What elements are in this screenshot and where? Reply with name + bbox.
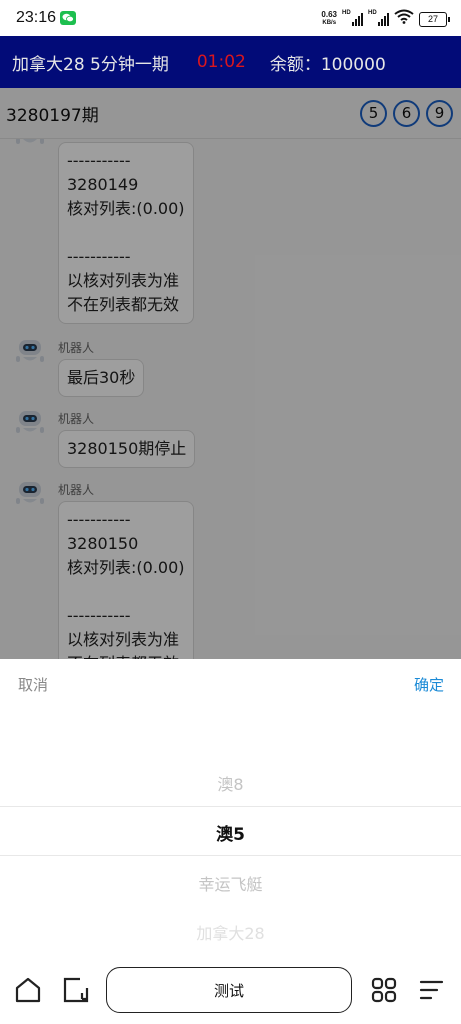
balance-label: 余额：100000 [269,54,386,75]
picker-option-selected[interactable]: 澳5 [0,820,461,845]
picker-selection-line-top [0,806,461,807]
lottery-picker-sheet: 取消 确定 澳8 澳5 幸运飞艇 加拿大28 [0,659,461,959]
game-header: 加拿大28 5分钟一期 01:02 余额：100000 [0,36,461,88]
countdown-timer: 01:02 [196,52,246,72]
grid-menu-icon[interactable] [370,976,398,1004]
bottom-toolbar: 测试 [0,959,461,1024]
picker-option[interactable]: 加拿大28 [0,920,461,944]
picker-option[interactable]: 澳8 [0,771,461,795]
status-bar: 23:16 0.63 KB/s HD HD 27 [0,0,461,36]
status-time: 23:16 [16,9,57,26]
network-speed: 0.63 KB/s [321,10,337,27]
share-icon[interactable] [62,976,90,1004]
home-icon[interactable] [14,976,42,1004]
test-button[interactable]: 测试 [106,967,352,1013]
battery-icon: 27 [419,11,450,27]
wechat-notification-icon [60,11,76,25]
signal-2-icon: HD [368,10,389,26]
confirm-button[interactable]: 确定 [414,674,444,695]
cancel-button[interactable]: 取消 [18,674,48,695]
menu-lines-icon[interactable] [418,976,446,1004]
picker-selection-line-bottom [0,855,461,856]
game-title: 加拿大28 5分钟一期 [12,54,169,75]
modal-backdrop[interactable] [0,88,461,659]
wifi-icon [394,9,414,29]
picker-option[interactable]: 幸运飞艇 [0,871,461,895]
signal-1-icon: HD [342,10,363,26]
